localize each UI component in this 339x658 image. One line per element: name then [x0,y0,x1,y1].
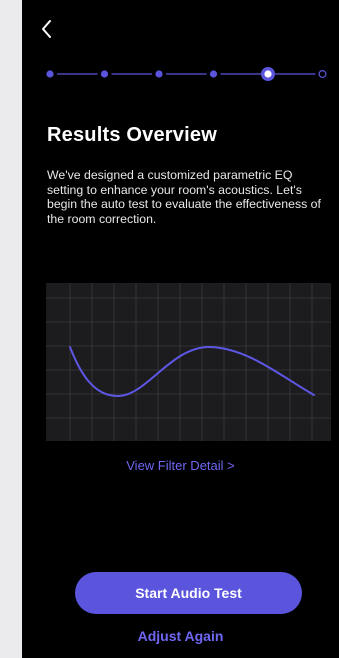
stepper-dot-completed [46,70,54,78]
progress-stepper [46,67,327,81]
stepper-dot-completed [209,70,218,78]
adjust-again-link[interactable]: Adjust Again [22,628,339,644]
start-audio-test-button[interactable]: Start Audio Test [75,572,302,614]
view-filter-detail-link[interactable]: View Filter Detail > [22,458,339,473]
page-title: Results Overview [47,124,217,146]
stepper-dot-upcoming [318,70,327,79]
chevron-left-icon [42,20,51,38]
stepper-dot-current [261,67,275,81]
phone-screen: Results Overview We've designed a custom… [22,0,339,658]
page-description: We've designed a customized parametric E… [47,168,321,226]
eq-response-chart [46,283,331,441]
stepper-dot-completed [155,70,163,78]
chart-background [46,283,331,441]
back-button[interactable] [34,16,60,42]
stepper-dot-completed [100,70,109,78]
